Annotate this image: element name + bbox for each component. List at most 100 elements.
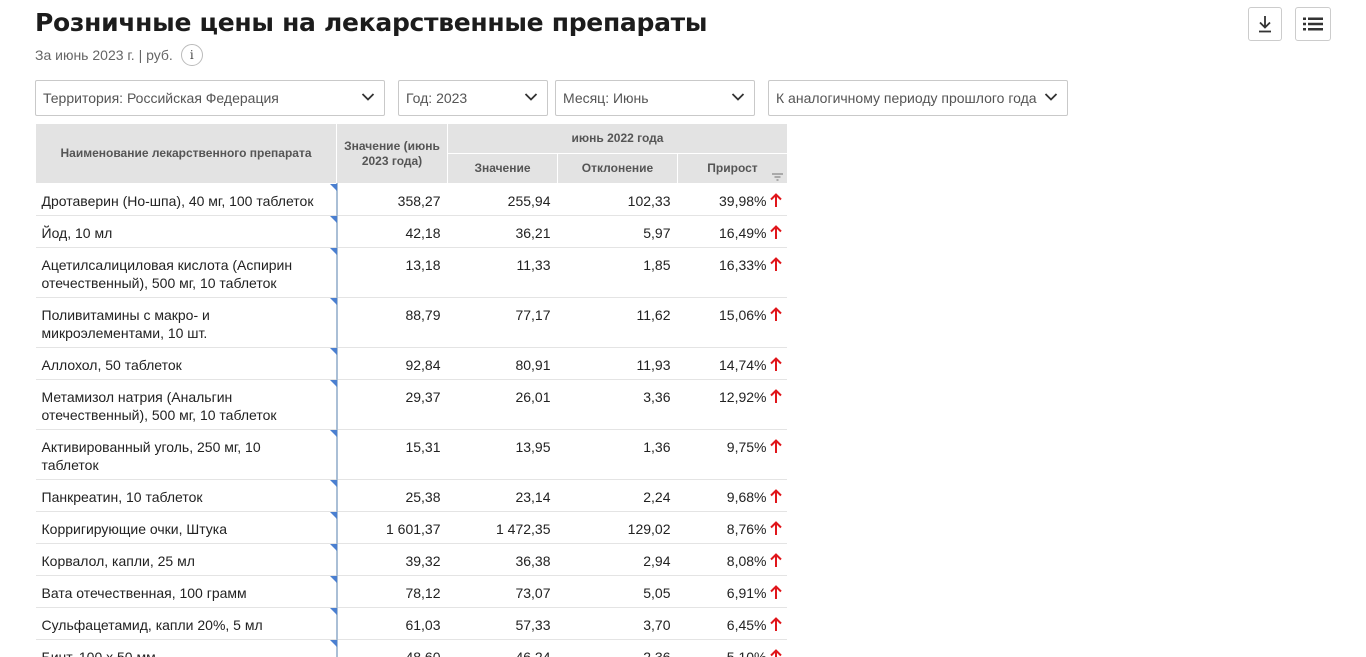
row-corner-marker — [329, 430, 337, 437]
view-list-button[interactable] — [1295, 7, 1331, 41]
prev-value-cell: 23,14 — [447, 479, 558, 512]
deviation-cell: 5,97 — [557, 215, 678, 248]
growth-value: 6,45% — [726, 617, 767, 633]
table-row[interactable]: Корвалол, капли, 25 мл 39,32 36,38 2,94 8,08… — [35, 543, 787, 576]
row-corner-marker — [329, 298, 337, 305]
row-corner-marker — [329, 640, 337, 647]
column-header-deviation[interactable]: Отклонение — [557, 153, 678, 184]
value-cell: 15,31 — [336, 429, 448, 480]
table-row[interactable]: Сульфацетамид, капли 20%, 5 мл 61,03 57,33… — [35, 607, 787, 640]
chevron-down-icon — [361, 93, 375, 101]
arrow-up-icon — [769, 521, 782, 535]
year-select[interactable]: Год: 2023 — [398, 80, 548, 116]
deviation-cell: 3,36 — [557, 379, 678, 430]
column-header-name[interactable]: Наименование лекарственного препарата — [35, 123, 337, 184]
growth-value: 12,92% — [719, 389, 767, 405]
prev-value-cell: 73,07 — [447, 575, 558, 608]
drug-name: Дротаверин (Но-шпа), 40 мг, 100 таблеток — [41, 193, 314, 209]
drug-name: Корригирующие очки, Штука — [41, 521, 228, 537]
row-corner-marker — [329, 512, 337, 519]
arrow-up-icon — [769, 193, 782, 207]
column-header-value[interactable]: Значение (июнь 2023 года) — [336, 123, 448, 184]
territory-select[interactable]: Территория: Российская Федерация — [35, 80, 385, 116]
drug-name-cell: Бинт, 100 х 50 мм — [35, 639, 338, 657]
value-cell: 13,18 — [336, 247, 448, 298]
table-row[interactable]: Йод, 10 мл 42,18 36,21 5,97 16,49% — [35, 215, 787, 248]
growth-header-label: Прирост — [707, 161, 758, 175]
prev-value-cell: 77,17 — [447, 297, 558, 348]
table-row[interactable]: Активированный уголь, 250 мг, 10 таблето… — [35, 429, 787, 480]
drug-name: Аллохол, 50 таблеток — [41, 357, 182, 373]
drug-name: Метамизол натрия (Анальгин отечественный… — [41, 389, 277, 423]
growth-value: 8,76% — [726, 521, 767, 537]
drug-name-cell: Аллохол, 50 таблеток — [35, 347, 338, 380]
prev-value-cell: 36,21 — [447, 215, 558, 248]
month-select[interactable]: Месяц: Июнь — [555, 80, 755, 116]
growth-value: 16,49% — [719, 225, 767, 241]
table-row[interactable]: Ацетилсалициловая кислота (Аспирин отече… — [35, 247, 787, 298]
table-row[interactable]: Корригирующие очки, Штука 1 601,37 1 472,3… — [35, 511, 787, 544]
table-row[interactable]: Аллохол, 50 таблеток 92,84 80,91 11,93 14,74… — [35, 347, 787, 380]
page-subtitle: За июнь 2023 г. | руб. i — [35, 44, 203, 66]
comparison-select[interactable]: К аналогичному периоду прошлого года — [768, 80, 1068, 116]
table-row[interactable]: Поливитамины с макро- и микроэлементами,… — [35, 297, 787, 348]
deviation-cell: 1,36 — [557, 429, 678, 480]
arrow-up-icon — [769, 617, 782, 631]
column-group-header: июнь 2022 года — [447, 123, 787, 154]
drug-name-cell: Корригирующие очки, Штука — [35, 511, 338, 544]
row-corner-marker — [329, 380, 337, 387]
drug-name: Поливитамины с макро- и микроэлементами,… — [41, 307, 210, 341]
value-cell: 1 601,37 — [336, 511, 448, 544]
growth-cell: 15,06% — [677, 297, 787, 348]
growth-cell: 16,33% — [677, 247, 787, 298]
growth-value: 8,08% — [726, 553, 767, 569]
column-header-prev-value[interactable]: Значение — [447, 153, 558, 184]
table-row[interactable]: Панкреатин, 10 таблеток 25,38 23,14 2,24 9,6… — [35, 479, 787, 512]
download-button[interactable] — [1248, 7, 1282, 41]
growth-cell: 8,76% — [677, 511, 787, 544]
growth-value: 5,10% — [726, 649, 767, 657]
row-corner-marker — [329, 184, 337, 191]
arrow-up-icon — [769, 389, 782, 403]
drug-name-cell: Вата отечественная, 100 грамм — [35, 575, 338, 608]
growth-cell: 16,49% — [677, 215, 787, 248]
sort-icon[interactable] — [772, 173, 783, 181]
deviation-cell: 2,36 — [557, 639, 678, 657]
drug-name-cell: Дротаверин (Но-шпа), 40 мг, 100 таблеток — [35, 183, 338, 216]
arrow-up-icon — [769, 357, 782, 371]
drug-name-cell: Сульфацетамид, капли 20%, 5 мл — [35, 607, 338, 640]
info-icon[interactable]: i — [180, 44, 203, 66]
growth-cell: 9,68% — [677, 479, 787, 512]
period-unit-label: За июнь 2023 г. | руб. — [35, 47, 173, 63]
arrow-up-icon — [769, 225, 782, 239]
column-header-growth[interactable]: Прирост — [677, 153, 787, 184]
table-row[interactable]: Дротаверин (Но-шпа), 40 мг, 100 таблеток… — [35, 183, 787, 216]
prices-table-container[interactable]: Наименование лекарственного препарата Зн… — [35, 123, 787, 657]
drug-name: Корвалол, капли, 25 мл — [41, 553, 195, 569]
value-cell: 48,60 — [336, 639, 448, 657]
growth-value: 9,68% — [726, 489, 767, 505]
prev-value-cell: 26,01 — [447, 379, 558, 430]
growth-cell: 6,91% — [677, 575, 787, 608]
table-row[interactable]: Метамизол натрия (Анальгин отечественный… — [35, 379, 787, 430]
value-cell: 42,18 — [336, 215, 448, 248]
table-row[interactable]: Бинт, 100 х 50 мм 48,60 46,24 2,36 5,10% — [35, 639, 787, 657]
deviation-cell: 102,33 — [557, 183, 678, 216]
prev-value-cell: 57,33 — [447, 607, 558, 640]
growth-cell: 6,45% — [677, 607, 787, 640]
row-corner-marker — [329, 608, 337, 615]
growth-cell: 14,74% — [677, 347, 787, 380]
row-corner-marker — [329, 576, 337, 583]
growth-cell: 12,92% — [677, 379, 787, 430]
value-cell: 358,27 — [336, 183, 448, 216]
arrow-up-icon — [769, 553, 782, 567]
drug-name: Активированный уголь, 250 мг, 10 таблето… — [41, 439, 261, 473]
growth-cell: 5,10% — [677, 639, 787, 657]
drug-name: Ацетилсалициловая кислота (Аспирин отече… — [41, 257, 293, 291]
table-row[interactable]: Вата отечественная, 100 грамм 78,12 73,07 5… — [35, 575, 787, 608]
deviation-cell: 129,02 — [557, 511, 678, 544]
deviation-cell: 5,05 — [557, 575, 678, 608]
arrow-up-icon — [769, 307, 782, 321]
growth-cell: 39,98% — [677, 183, 787, 216]
deviation-cell: 11,93 — [557, 347, 678, 380]
